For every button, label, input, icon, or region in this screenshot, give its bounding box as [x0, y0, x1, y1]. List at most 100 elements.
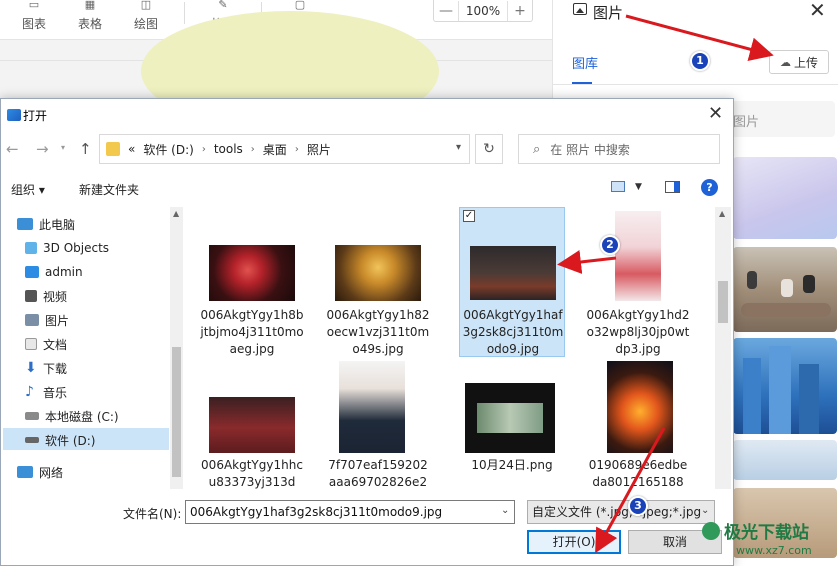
pictures-icon [25, 314, 39, 326]
tree-item-3d-objects[interactable]: 3D Objects [25, 237, 109, 259]
tree-item-network[interactable]: 网络 [17, 461, 63, 483]
checkbox-checked-icon[interactable]: ✓ [463, 210, 475, 222]
step-marker: 1 [690, 51, 710, 71]
filetype-select[interactable]: 自定义文件 (*.jpg;*.jpeg;*.jpg [527, 500, 715, 524]
back-arrow-icon[interactable]: ← [6, 140, 19, 158]
user-folder-icon [25, 266, 39, 278]
thumbnail-detail [769, 346, 791, 434]
draw-icon: ◫ [140, 0, 152, 11]
dialog-titlebar: 打开 ✕ [1, 99, 733, 131]
panel-close-button[interactable]: ✕ [809, 0, 826, 22]
tree-scrollbar[interactable]: ▲ [170, 207, 183, 489]
up-arrow-icon[interactable]: ↑ [79, 140, 92, 158]
address-dropdown-icon[interactable]: ▾ [456, 142, 461, 153]
file-thumbnail [339, 361, 405, 453]
tree-item-videos[interactable]: 视频 [25, 285, 67, 307]
thumbnail-detail [803, 275, 815, 293]
table-button[interactable]: ▦ 表格 [68, 0, 112, 38]
file-item[interactable]: 006AkgtYgy1h8bjtbjmo4j311t0moaeg.jpg [199, 211, 305, 363]
file-thumbnail [209, 245, 295, 301]
breadcrumb-separator[interactable]: › [251, 144, 255, 155]
preview-pane-icon[interactable] [665, 181, 680, 193]
scroll-up-arrow-icon[interactable]: ▲ [719, 209, 725, 218]
file-item[interactable]: 006AkgtYgy1h82oecw1vzj311t0mo49s.jpg [325, 211, 431, 363]
tree-item-software-d[interactable]: 软件 (D:) [25, 429, 95, 451]
watermark-text: 极光下载站 [724, 523, 809, 543]
gallery-thumbnail[interactable] [733, 247, 837, 332]
cloud-upload-icon: ☁ [779, 55, 791, 69]
zoom-out-button[interactable]: — [434, 3, 458, 19]
breadcrumb-drive[interactable]: 软件 (D:) [143, 141, 193, 158]
file-item[interactable]: 0190689e6edbeda8012165188 [585, 359, 691, 489]
file-name: 006AkgtYgy1haf3g2sk8cj311t0modo9.jpg [462, 308, 564, 356]
upload-button[interactable]: ☁ 上传 [769, 50, 829, 74]
recent-locations-chevron-icon[interactable]: ▾ [61, 143, 65, 152]
address-bar[interactable]: « 软件 (D:) › tools › 桌面 › 照片 ▾ [99, 134, 470, 164]
dialog-close-button[interactable]: ✕ [708, 103, 723, 124]
gallery-thumbnail[interactable] [733, 440, 837, 480]
breadcrumb-tools[interactable]: tools [214, 142, 243, 156]
forward-arrow-icon[interactable]: → [36, 140, 49, 158]
new-folder-button[interactable]: 新建文件夹 [79, 181, 139, 198]
filename-dropdown-icon[interactable]: ⌄ [501, 505, 509, 516]
chart-button[interactable]: ▭ 图表 [12, 0, 56, 38]
tree-scrollbar-thumb[interactable] [172, 347, 181, 477]
tree-item-label: 图片 [45, 313, 70, 328]
view-mode-icon[interactable] [611, 181, 625, 192]
breadcrumb-overflow[interactable]: « [128, 142, 135, 156]
gallery-thumbnail[interactable] [733, 338, 837, 434]
filename-input[interactable] [185, 500, 515, 524]
file-list-scrollbar-thumb[interactable] [718, 281, 728, 323]
file-list-scrollbar[interactable]: ▲ [715, 207, 731, 489]
file-thumbnail [615, 211, 661, 301]
tree-item-admin[interactable]: admin [25, 261, 83, 283]
tree-item-downloads[interactable]: ⬇ 下载 [25, 357, 67, 379]
tree-item-this-pc[interactable]: 此电脑 [17, 213, 75, 235]
file-item[interactable]: 7f707eaf159202aaa69702826e2 [325, 359, 431, 489]
file-item[interactable]: 006AkgtYgy1hd2o32wp8lj30jp0wtdp3.jpg [585, 211, 691, 363]
tab-library[interactable]: 图库 [572, 53, 598, 72]
network-icon [17, 466, 33, 478]
panel-search-input[interactable]: 图片 [731, 101, 835, 137]
tree-item-pictures[interactable]: 图片 [25, 309, 69, 331]
file-thumbnail [209, 397, 295, 453]
breadcrumb-photos[interactable]: 照片 [307, 141, 331, 158]
panel-title: 图片 [593, 4, 624, 22]
thumbnail-detail [477, 403, 543, 433]
help-button[interactable]: ? [701, 179, 718, 196]
folder-search-input[interactable]: ⌕ 在 照片 中搜索 [518, 134, 720, 164]
tree-item-label: 软件 (D:) [45, 433, 96, 448]
zoom-in-button[interactable]: + [508, 3, 532, 19]
zoom-level[interactable]: 100% [458, 0, 508, 21]
chart-label: 图表 [21, 17, 46, 31]
tree-item-documents[interactable]: 文档 [25, 333, 67, 355]
breadcrumb-separator[interactable]: › [295, 144, 299, 155]
scroll-up-arrow-icon[interactable]: ▲ [173, 209, 179, 218]
gallery-thumbnail[interactable] [733, 157, 837, 239]
refresh-button[interactable]: ↻ [475, 134, 503, 164]
search-placeholder: 在 照片 中搜索 [550, 142, 630, 157]
file-item-selected[interactable]: ✓ 006AkgtYgy1haf3g2sk8cj311t0modo9.jpg [459, 207, 565, 357]
thumbnail-detail [743, 358, 761, 434]
documents-icon [25, 338, 37, 350]
thumbnail-detail [799, 364, 819, 434]
tree-item-label: 音乐 [43, 385, 68, 400]
file-thumbnail [470, 246, 556, 300]
tree-item-music[interactable]: ♪ 音乐 [25, 381, 67, 403]
tree-item-local-disk-c[interactable]: 本地磁盘 (C:) [25, 405, 119, 427]
file-item[interactable]: 10月24日.png [459, 359, 565, 489]
view-mode-dropdown-icon[interactable]: ▼ [635, 182, 642, 192]
draw-button[interactable]: ◫ 绘图 [124, 0, 168, 38]
file-item[interactable]: 006AkgtYgy1hhcu83373yj313d [199, 359, 305, 489]
file-name: 006AkgtYgy1h8bjtbjmo4j311t0moaeg.jpg [200, 308, 304, 356]
tree-item-label: 视频 [43, 289, 68, 304]
file-name: 10月24日.png [471, 458, 553, 472]
organize-menu[interactable]: 组织 ▾ [11, 181, 45, 198]
file-name: 0190689e6edbeda8012165188 [588, 458, 688, 489]
watermark-logo-icon [702, 522, 720, 540]
open-button[interactable]: 打开(O) [527, 530, 621, 554]
breadcrumb-desktop[interactable]: 桌面 [263, 141, 287, 158]
navigation-tree: 此电脑 3D Objects admin 视频 图片 文档 ⬇ 下载 ♪ 音乐 [1, 207, 184, 489]
table-icon: ▦ [84, 0, 96, 11]
breadcrumb-separator[interactable]: › [202, 144, 206, 155]
